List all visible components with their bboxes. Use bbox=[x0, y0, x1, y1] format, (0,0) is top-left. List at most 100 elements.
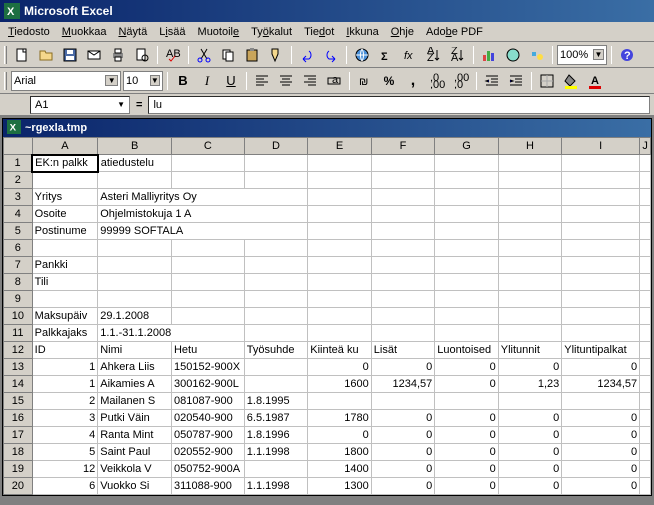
cell[interactable]: 29.1.2008 bbox=[98, 308, 172, 325]
cell[interactable] bbox=[435, 172, 499, 189]
undo-button[interactable] bbox=[296, 44, 318, 66]
percent-button[interactable]: % bbox=[378, 70, 400, 92]
cell[interactable] bbox=[640, 206, 651, 223]
new-button[interactable] bbox=[11, 44, 33, 66]
cell[interactable]: 2 bbox=[32, 393, 98, 410]
cell[interactable] bbox=[32, 291, 98, 308]
cell[interactable]: 12 bbox=[32, 461, 98, 478]
sort-desc-button[interactable]: ZA bbox=[447, 44, 469, 66]
cell[interactable] bbox=[498, 223, 562, 240]
cell[interactable] bbox=[308, 274, 372, 291]
cell[interactable] bbox=[562, 393, 640, 410]
spellcheck-button[interactable]: ABC bbox=[162, 44, 184, 66]
merge-center-button[interactable]: a bbox=[323, 70, 345, 92]
cell[interactable]: 0 bbox=[371, 410, 435, 427]
cell[interactable] bbox=[562, 189, 640, 206]
cell[interactable] bbox=[171, 257, 244, 274]
sort-asc-button[interactable]: AZ bbox=[423, 44, 445, 66]
col-header[interactable]: E bbox=[308, 138, 372, 155]
cell[interactable]: 0 bbox=[371, 461, 435, 478]
help-button[interactable]: ? bbox=[616, 44, 638, 66]
cell[interactable]: 300162-900L bbox=[171, 376, 244, 393]
borders-button[interactable] bbox=[536, 70, 558, 92]
cell[interactable] bbox=[640, 376, 651, 393]
cell[interactable] bbox=[171, 291, 244, 308]
row-header[interactable]: 20 bbox=[4, 478, 33, 495]
cell[interactable]: 0 bbox=[371, 478, 435, 495]
cell[interactable] bbox=[32, 172, 98, 189]
drawing-button[interactable] bbox=[526, 44, 548, 66]
cell[interactable] bbox=[244, 274, 308, 291]
cell[interactable] bbox=[562, 308, 640, 325]
preview-button[interactable] bbox=[131, 44, 153, 66]
menu-muokkaa[interactable]: Muokkaa bbox=[56, 24, 113, 40]
col-header[interactable]: H bbox=[498, 138, 562, 155]
row-header[interactable]: 3 bbox=[4, 189, 33, 206]
row-header[interactable]: 12 bbox=[4, 342, 33, 359]
col-header[interactable]: C bbox=[171, 138, 244, 155]
cell[interactable]: 0 bbox=[371, 427, 435, 444]
cell[interactable]: Nimi bbox=[98, 342, 172, 359]
cell[interactable]: 0 bbox=[435, 461, 499, 478]
cell[interactable] bbox=[308, 189, 372, 206]
cell[interactable]: 1.1.1998 bbox=[244, 478, 308, 495]
cell[interactable] bbox=[435, 257, 499, 274]
cell[interactable] bbox=[435, 189, 499, 206]
cell[interactable] bbox=[371, 240, 435, 257]
cell[interactable]: Kiinteä ku bbox=[308, 342, 372, 359]
cell[interactable]: Luontoised bbox=[435, 342, 499, 359]
cell[interactable]: Hetu bbox=[171, 342, 244, 359]
align-left-button[interactable] bbox=[251, 70, 273, 92]
cell[interactable]: Osoite bbox=[32, 206, 98, 223]
cell[interactable] bbox=[98, 257, 172, 274]
cell[interactable]: Yritys bbox=[32, 189, 98, 206]
cell[interactable]: Maksupäiv bbox=[32, 308, 98, 325]
cell[interactable]: Mailanen S bbox=[98, 393, 172, 410]
print-button[interactable] bbox=[107, 44, 129, 66]
cell[interactable] bbox=[371, 206, 435, 223]
row-header[interactable]: 2 bbox=[4, 172, 33, 189]
cell[interactable] bbox=[308, 257, 372, 274]
row-header[interactable]: 13 bbox=[4, 359, 33, 376]
cell[interactable]: 1 bbox=[32, 376, 98, 393]
col-header[interactable]: F bbox=[371, 138, 435, 155]
cell[interactable] bbox=[308, 223, 372, 240]
cell[interactable] bbox=[371, 393, 435, 410]
cell[interactable] bbox=[244, 240, 308, 257]
cell[interactable] bbox=[640, 308, 651, 325]
cell[interactable]: 050787-900 bbox=[171, 427, 244, 444]
cell[interactable] bbox=[171, 274, 244, 291]
cell[interactable]: 0 bbox=[498, 461, 562, 478]
cell[interactable]: 0 bbox=[435, 376, 499, 393]
chart-button[interactable] bbox=[478, 44, 500, 66]
fill-color-button[interactable] bbox=[560, 70, 582, 92]
cell[interactable]: 0 bbox=[308, 359, 372, 376]
increase-indent-button[interactable] bbox=[505, 70, 527, 92]
cell[interactable] bbox=[244, 325, 308, 342]
cell[interactable] bbox=[171, 240, 244, 257]
cell[interactable]: 1.1.1998 bbox=[244, 444, 308, 461]
cut-button[interactable] bbox=[193, 44, 215, 66]
cell[interactable] bbox=[244, 155, 308, 172]
cell[interactable]: 150152-900X bbox=[171, 359, 244, 376]
cell[interactable]: 0 bbox=[498, 410, 562, 427]
cell[interactable]: Ahkera Liis bbox=[98, 359, 172, 376]
map-button[interactable] bbox=[502, 44, 524, 66]
italic-button[interactable]: I bbox=[196, 70, 218, 92]
save-button[interactable] bbox=[59, 44, 81, 66]
name-box[interactable]: A1▼ bbox=[30, 96, 130, 114]
redo-button[interactable] bbox=[320, 44, 342, 66]
cell[interactable] bbox=[308, 240, 372, 257]
menu-adobe[interactable]: Adobe PDF bbox=[420, 24, 489, 40]
cell[interactable]: 0 bbox=[435, 410, 499, 427]
open-button[interactable] bbox=[35, 44, 57, 66]
cell[interactable] bbox=[435, 206, 499, 223]
menu-tyokalut[interactable]: Työkalut bbox=[245, 24, 298, 40]
cell[interactable] bbox=[244, 257, 308, 274]
align-right-button[interactable] bbox=[299, 70, 321, 92]
cell[interactable]: 311088-900 bbox=[171, 478, 244, 495]
cell[interactable]: Veikkola V bbox=[98, 461, 172, 478]
cell[interactable]: 0 bbox=[371, 444, 435, 461]
cell[interactable] bbox=[244, 172, 308, 189]
cell[interactable]: 1.1.-31.1.2008 bbox=[98, 325, 245, 342]
